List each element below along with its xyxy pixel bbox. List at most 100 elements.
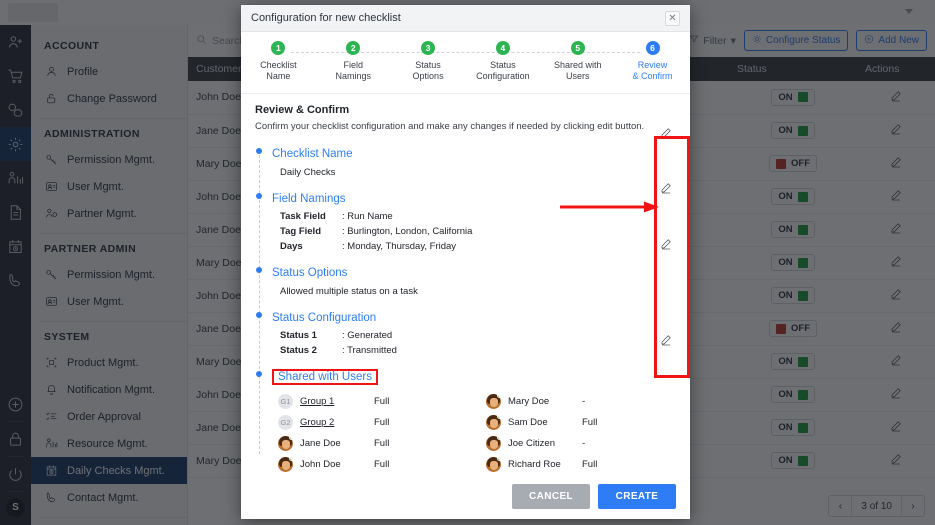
field-namings-rows: Task Field: Run Name Tag Field: Burlingto… [272, 211, 676, 252]
cancel-button[interactable]: CANCEL [512, 484, 590, 509]
user-avatar [278, 436, 293, 451]
kv-value: : Burlington, London, California [342, 226, 473, 237]
shared-user-permission: Full [374, 417, 390, 428]
online-status-dot [497, 394, 501, 398]
shared-user-permission: Full [582, 417, 598, 428]
kv-value: : Monday, Thursday, Friday [342, 241, 457, 252]
shared-user-permission: Full [374, 438, 390, 449]
step-label: Checklist Name [260, 60, 297, 81]
stepper-step-6[interactable]: 6 Review & Confirm [615, 41, 690, 82]
shared-user-row[interactable]: G2 Group 2 Full [278, 415, 468, 430]
shared-user-permission: - [582, 396, 586, 407]
kv-key: Tag Field [280, 226, 321, 237]
edit-field-namings-button[interactable] [660, 181, 672, 199]
kv-key: Task Field [280, 211, 326, 222]
review-sections: Checklist Name Daily Checks Field Naming… [255, 144, 676, 472]
status-configuration-row: Status 1 : Generated [272, 330, 676, 341]
step-label: Status Configuration [476, 60, 530, 81]
online-status-dot [497, 457, 501, 461]
bullet-icon [256, 267, 262, 273]
screen: S ACCOUNTProfileChange PasswordADMINISTR… [0, 0, 935, 525]
shared-user-name[interactable]: Group 2 [300, 417, 374, 428]
step-number-badge: 3 [421, 41, 436, 55]
shared-user-row[interactable]: G1 Group 1 Full [278, 394, 468, 409]
shared-user-row[interactable]: Mary Doe - [486, 394, 676, 409]
shared-user-row[interactable]: Joe Citizen - [486, 436, 676, 451]
field-naming-row: Days: Monday, Thursday, Friday [272, 241, 676, 252]
kv-key: Status 2 [280, 345, 317, 356]
online-status-dot [289, 436, 293, 440]
dialog-footer: CANCEL CREATE [241, 474, 690, 519]
kv-value: : Transmitted [342, 345, 397, 356]
status-configuration-row: Status 2 : Transmitted [272, 345, 676, 356]
field-naming-row: Tag Field : Burlington, London, Californi… [272, 226, 676, 237]
group-avatar: G2 [278, 415, 293, 430]
kv-key: Status 1 [280, 330, 317, 341]
section-title: Checklist Name [272, 148, 353, 160]
user-avatar [486, 457, 501, 472]
dialog-title-bar: Configuration for new checklist ✕ [241, 5, 690, 32]
edit-checklist-name-button[interactable] [660, 126, 672, 144]
user-avatar [278, 457, 293, 472]
step-number-badge: 5 [570, 41, 585, 55]
red-arrow-annotation [560, 201, 659, 213]
shared-user-name: Joe Citizen [508, 438, 555, 449]
create-button[interactable]: CREATE [598, 484, 676, 509]
status-options-value: Allowed multiple status on a task [280, 286, 418, 297]
stepper-step-3[interactable]: 3 Status Options [391, 41, 466, 82]
shared-user-name: John Doe [300, 459, 341, 470]
section-field-namings: Field Namings Task Field: Run Name Tag Fi… [255, 189, 676, 252]
step-number-badge: 1 [271, 41, 286, 55]
user-avatar [486, 415, 501, 430]
shared-users-grid: G1 Group 1 Full Mary Doe - G2 Group 2 Full Sam D… [272, 394, 676, 472]
section-title: Shared with Users [272, 369, 378, 385]
step-number-badge: 2 [346, 41, 361, 55]
step-label: Review & Confirm [632, 60, 673, 81]
bullet-icon [256, 193, 262, 199]
bullet-icon [256, 371, 262, 377]
section-shared-with-users: Shared with Users G1 Group 1 Full Mary Doe -… [255, 367, 676, 472]
kv-value: : Generated [342, 330, 393, 341]
shared-user-name: Mary Doe [508, 396, 550, 407]
section-status-options: Status Options Allowed multiple status o… [255, 263, 676, 297]
page-title: Review & Confirm [255, 104, 350, 116]
stepper-step-2[interactable]: 2 Field Namings [316, 41, 391, 82]
shared-user-permission: Full [374, 396, 390, 407]
dialog-title: Configuration for new checklist [251, 12, 401, 24]
edit-status-options-button[interactable] [660, 237, 672, 255]
step-label: Status Options [412, 60, 444, 81]
configuration-dialog: Configuration for new checklist ✕ 1 Check… [241, 5, 690, 519]
shared-user-name[interactable]: Group 1 [300, 396, 374, 407]
bullet-icon [256, 312, 262, 318]
status-configuration-rows: Status 1 : Generated Status 2 : Transmitted [272, 330, 676, 356]
page-subtitle: Confirm your checklist configuration and… [255, 121, 645, 132]
user-avatar [486, 436, 501, 451]
step-label: Shared with Users [553, 60, 602, 81]
section-title: Status Configuration [272, 312, 377, 324]
shared-user-name: Richard Roe [508, 459, 561, 470]
shared-user-name: Sam Doe [508, 417, 548, 428]
step-number-badge: 4 [495, 41, 510, 55]
dialog-body: Review & Confirm Confirm your checklist … [241, 94, 690, 474]
shared-user-permission: - [582, 438, 586, 449]
stepper-step-4[interactable]: 4 Status Configuration [465, 41, 540, 82]
shared-user-row[interactable]: Jane Doe Full [278, 436, 468, 451]
shared-user-permission: Full [582, 459, 598, 470]
stepper-step-1[interactable]: 1 Checklist Name [241, 41, 316, 82]
stepper-step-5[interactable]: 5 Shared with Users [540, 41, 615, 82]
online-status-dot [497, 436, 501, 440]
close-icon[interactable]: ✕ [665, 10, 680, 26]
shared-user-row[interactable]: Richard Roe Full [486, 457, 676, 472]
section-status-configuration: Status Configuration Status 1 : Generated… [255, 308, 676, 356]
step-label: Field Namings [335, 60, 371, 81]
online-status-dot [289, 457, 293, 461]
section-title: Field Namings [272, 193, 346, 205]
edit-shared-with-users-button[interactable] [660, 333, 672, 351]
shared-user-name: Jane Doe [300, 438, 341, 449]
shared-user-row[interactable]: Sam Doe Full [486, 415, 676, 430]
step-number-badge: 6 [645, 41, 660, 55]
section-checklist-name: Checklist Name Daily Checks [255, 144, 676, 178]
shared-user-row[interactable]: John Doe Full [278, 457, 468, 472]
user-avatar [486, 394, 501, 409]
group-avatar: G1 [278, 394, 293, 409]
